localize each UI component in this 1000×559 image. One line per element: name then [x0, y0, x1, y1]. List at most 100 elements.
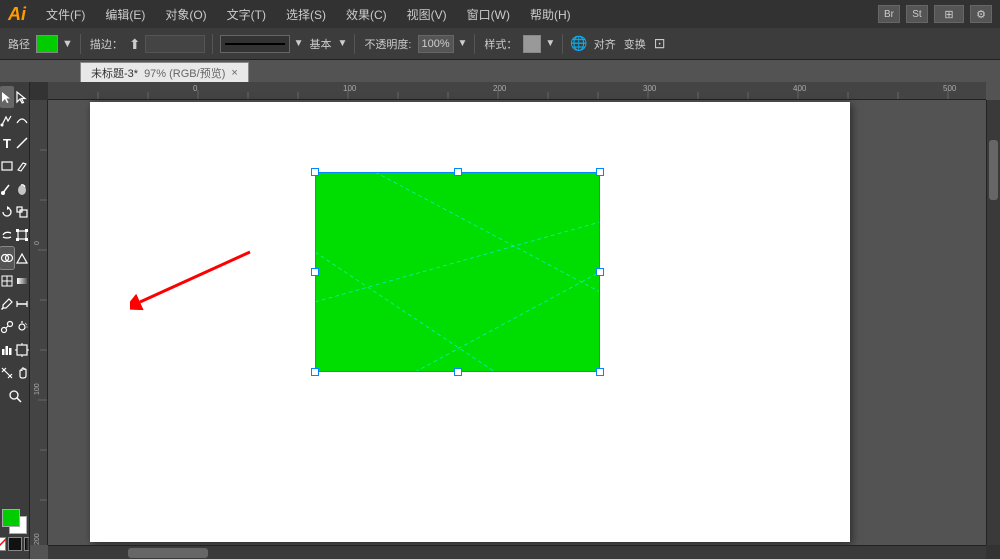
tool-row-eyedropper: [0, 293, 29, 315]
style-swatch[interactable]: [523, 35, 541, 53]
color-swatches: [0, 505, 30, 555]
artboard-tool[interactable]: [15, 339, 29, 361]
left-toolbar: T: [0, 82, 30, 559]
tool-row-brush: [0, 178, 29, 200]
tool-row-graph: [0, 339, 29, 361]
curvature-tool[interactable]: [15, 109, 29, 131]
doc-tab-mode: 97% (RGB/预览): [144, 65, 225, 81]
svg-text:200: 200: [493, 84, 507, 93]
rectangle-tool[interactable]: [0, 155, 14, 177]
type-tool[interactable]: T: [0, 132, 14, 154]
handle-bottom-left[interactable]: [311, 368, 319, 376]
selection-tool[interactable]: [0, 86, 14, 108]
zoom-tool[interactable]: [4, 385, 26, 407]
mesh-tool[interactable]: [0, 270, 14, 292]
bridge-btn[interactable]: Br: [878, 5, 900, 23]
slice-tool[interactable]: [0, 362, 14, 384]
canvas-area[interactable]: 0 100 200 300 400 500: [30, 82, 1000, 559]
handle-middle-left[interactable]: [311, 268, 319, 276]
scroll-thumb-vertical[interactable]: [989, 140, 998, 200]
gradient-tool[interactable]: [15, 270, 29, 292]
scrollbar-corner: [986, 545, 1000, 559]
pencil-tool[interactable]: [15, 155, 29, 177]
swatch-mini-row: [0, 537, 30, 551]
handle-middle-right[interactable]: [596, 268, 604, 276]
measure-tool[interactable]: [15, 293, 29, 315]
handle-top-right[interactable]: [596, 168, 604, 176]
direct-selection-tool[interactable]: [15, 86, 29, 108]
stroke-style-preview[interactable]: [220, 35, 290, 53]
handle-bottom-right[interactable]: [596, 368, 604, 376]
tool-row-shape: [0, 155, 29, 177]
warp-tool[interactable]: [0, 224, 14, 246]
menu-help[interactable]: 帮助(H): [526, 4, 575, 25]
line-style-dropdown[interactable]: ▼: [338, 38, 348, 49]
menu-view[interactable]: 视图(V): [403, 4, 451, 25]
opacity-input[interactable]: [418, 35, 454, 53]
paintbrush-tool[interactable]: [0, 178, 14, 200]
svg-text:300: 300: [643, 84, 657, 93]
fill-swatch[interactable]: [2, 509, 20, 527]
selected-object-container[interactable]: [315, 172, 600, 372]
divider-3: [354, 34, 355, 54]
hand-tool[interactable]: [15, 362, 29, 384]
handle-top-middle[interactable]: [454, 168, 462, 176]
tool-row-type: T: [0, 132, 29, 154]
line-tool[interactable]: [15, 132, 29, 154]
menu-effect[interactable]: 效果(C): [342, 4, 391, 25]
divider-2: [212, 34, 213, 54]
handle-bottom-middle[interactable]: [454, 368, 462, 376]
align-label[interactable]: 对齐: [592, 36, 618, 52]
web-icon[interactable]: 🌐: [570, 35, 587, 52]
menu-edit[interactable]: 编辑(E): [101, 4, 149, 25]
top-toolbar: 路径 ▼ 描边： ⬆ ▼ 基本 ▼ 不透明度: ▼ 样式： ▼ 🌐 对齐 变换 …: [0, 28, 1000, 60]
free-transform-tool[interactable]: [15, 224, 29, 246]
rotate-tool[interactable]: [0, 201, 14, 223]
perspective-tool[interactable]: [15, 247, 29, 269]
stroke-up-btn[interactable]: ⬆: [129, 37, 141, 51]
document-tab[interactable]: 未标题-3* 97% (RGB/预览) ×: [80, 62, 249, 82]
tool-row-warp: [0, 224, 29, 246]
fill-color-swatch[interactable]: [36, 35, 58, 53]
scroll-thumb-horizontal[interactable]: [128, 548, 208, 558]
tool-row-zoom: [0, 385, 29, 407]
blob-brush-tool[interactable]: [15, 178, 29, 200]
black-swatch[interactable]: [8, 537, 22, 551]
divider-1: [80, 34, 81, 54]
more-options[interactable]: ⊡: [654, 35, 666, 52]
svg-text:100: 100: [34, 383, 41, 395]
stroke-arrow[interactable]: ▼: [62, 38, 73, 50]
stroke-value-display: [145, 35, 205, 53]
menu-window[interactable]: 窗口(W): [463, 4, 514, 25]
workspace-switcher[interactable]: ⊞: [934, 5, 964, 23]
main-area: T: [0, 82, 1000, 559]
menu-object[interactable]: 对象(O): [161, 4, 210, 25]
style-dropdown[interactable]: ▼: [545, 38, 555, 49]
symbol-spray-tool[interactable]: [15, 316, 29, 338]
column-graph-tool[interactable]: [0, 339, 14, 361]
menu-file[interactable]: 文件(F): [42, 4, 89, 25]
green-rectangle[interactable]: [315, 172, 600, 372]
stock-btn[interactable]: St: [906, 5, 928, 23]
pen-tool[interactable]: [0, 109, 14, 131]
artboard[interactable]: [90, 102, 850, 542]
doc-tab-close[interactable]: ×: [231, 67, 237, 79]
eyedropper-tool[interactable]: [0, 293, 14, 315]
menu-type[interactable]: 文字(T): [223, 4, 270, 25]
stroke-style-dropdown[interactable]: ▼: [294, 38, 304, 49]
opacity-dropdown[interactable]: ▼: [458, 38, 468, 49]
scale-tool[interactable]: [15, 201, 29, 223]
blend-tool[interactable]: [0, 316, 14, 338]
doc-tab-title: 未标题-3*: [91, 65, 138, 81]
sync-btn[interactable]: ⚙: [970, 5, 992, 23]
menu-select[interactable]: 选择(S): [282, 4, 330, 25]
svg-text:0: 0: [193, 84, 198, 93]
scrollbar-bottom[interactable]: [48, 545, 986, 559]
shape-builder-tool[interactable]: [0, 247, 14, 269]
stroke-line: [225, 43, 285, 45]
handle-top-left[interactable]: [311, 168, 319, 176]
fill-stroke-swatches[interactable]: [2, 509, 28, 535]
transform-label[interactable]: 变换: [622, 36, 648, 52]
scrollbar-right[interactable]: [986, 100, 1000, 559]
none-swatch[interactable]: [0, 537, 6, 551]
